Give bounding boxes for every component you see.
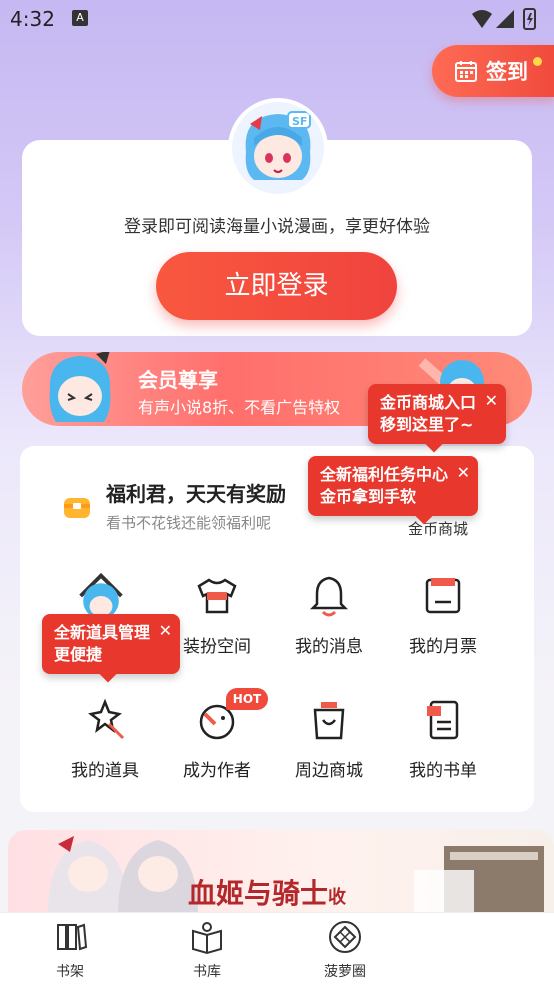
bell-icon xyxy=(309,576,349,617)
grid-label: 我的道具 xyxy=(71,761,139,781)
login-button[interactable]: 立即登录 xyxy=(156,252,397,320)
notification-icon: A xyxy=(72,10,88,26)
welfare-title[interactable]: 福利君，天天有奖励 xyxy=(106,478,286,507)
promo-suffix: 收 xyxy=(328,887,347,908)
treasure-chest-icon xyxy=(64,498,90,518)
tab-label: 菠萝圈 xyxy=(324,964,366,980)
tooltip-line: 金币商城入口 xyxy=(380,393,477,412)
vip-mascot-icon xyxy=(49,352,111,422)
tab-library[interactable]: 书库 xyxy=(167,919,247,981)
svg-text:SF: SF xyxy=(292,115,307,128)
magic-wand-icon xyxy=(88,698,125,740)
grid-label: 周边商城 xyxy=(295,761,363,781)
tab-bookshelf[interactable]: 书架 xyxy=(30,919,110,981)
promo-title: 血姬与骑士收 xyxy=(188,872,346,912)
promo-banner[interactable]: 血姬与骑士收 xyxy=(8,830,554,914)
coin-mall-link[interactable]: 金币商城 xyxy=(408,518,468,539)
tab-label: 书架 xyxy=(56,964,84,980)
grid-item-messages[interactable]: 我的消息 xyxy=(274,574,384,664)
book-list-icon xyxy=(427,700,459,740)
grid-item-merch-store[interactable]: 周边商城 xyxy=(274,698,384,788)
welfare-subtitle: 看书不花钱还能领福利呢 xyxy=(106,514,272,532)
mascot-avatar-icon: SF xyxy=(232,102,324,194)
calendar-icon xyxy=(455,61,477,82)
checkin-button[interactable]: 签到 xyxy=(432,45,554,97)
promo-title-text: 血姬与骑士 xyxy=(188,877,329,910)
tooltip-task-center[interactable]: 全新福利任务中心 金币拿到手软 ✕ xyxy=(308,456,479,525)
tshirt-icon xyxy=(197,578,237,614)
grid-item-book-list[interactable]: 我的书单 xyxy=(388,698,498,788)
grid-label: 我的月票 xyxy=(409,637,477,657)
grid-item-props[interactable]: 我的道具 xyxy=(50,698,160,788)
promo-books-icon xyxy=(414,846,544,914)
avatar[interactable]: SF xyxy=(228,98,328,198)
close-icon[interactable]: ✕ xyxy=(159,620,172,642)
pineapple-circle-icon xyxy=(329,921,361,953)
bottom-tab-bar: 书架 书库 菠萝圈 xyxy=(0,912,554,984)
checkin-label: 签到 xyxy=(486,60,528,84)
grid-item-become-author[interactable]: 成为作者 xyxy=(162,698,272,788)
ticket-icon xyxy=(425,578,461,614)
close-icon[interactable]: ✕ xyxy=(485,390,498,412)
vip-subtitle: 有声小说8折、不看广告特权 xyxy=(138,398,341,417)
tooltip-line: 移到这里了~ xyxy=(380,415,474,434)
status-bar: 4:32 A xyxy=(0,0,554,40)
hot-badge: HOT xyxy=(226,688,268,710)
tooltip-line: 金币拿到手软 xyxy=(320,487,417,506)
close-icon[interactable]: ✕ xyxy=(457,462,470,484)
grid-label: 我的消息 xyxy=(295,637,363,657)
tooltip-line: 全新道具管理 xyxy=(54,623,151,642)
tab-label: 书库 xyxy=(193,964,221,980)
status-icons xyxy=(472,8,536,30)
shopping-bag-icon xyxy=(313,702,345,740)
tooltip-line: 全新福利任务中心 xyxy=(320,465,449,484)
tooltip-line: 更便捷 xyxy=(54,645,103,664)
tooltip-props[interactable]: 全新道具管理 更便捷 ✕ xyxy=(42,614,181,683)
tooltip-coin-mall[interactable]: 金币商城入口 移到这里了~ ✕ xyxy=(368,384,507,453)
grid-item-monthly-ticket[interactable]: 我的月票 xyxy=(388,574,498,664)
library-icon xyxy=(192,922,222,955)
bookshelf-icon xyxy=(57,923,88,951)
notification-dot xyxy=(533,57,542,66)
grid-label: 成为作者 xyxy=(183,761,251,781)
vip-title: 会员尊享 xyxy=(138,368,218,392)
login-tip: 登录即可阅读海量小说漫画，享更好体验 xyxy=(124,217,430,237)
status-time: 4:32 xyxy=(10,7,55,31)
grid-label: 我的书单 xyxy=(409,761,477,781)
tab-pineapple-circle[interactable]: 菠萝圈 xyxy=(305,919,385,981)
